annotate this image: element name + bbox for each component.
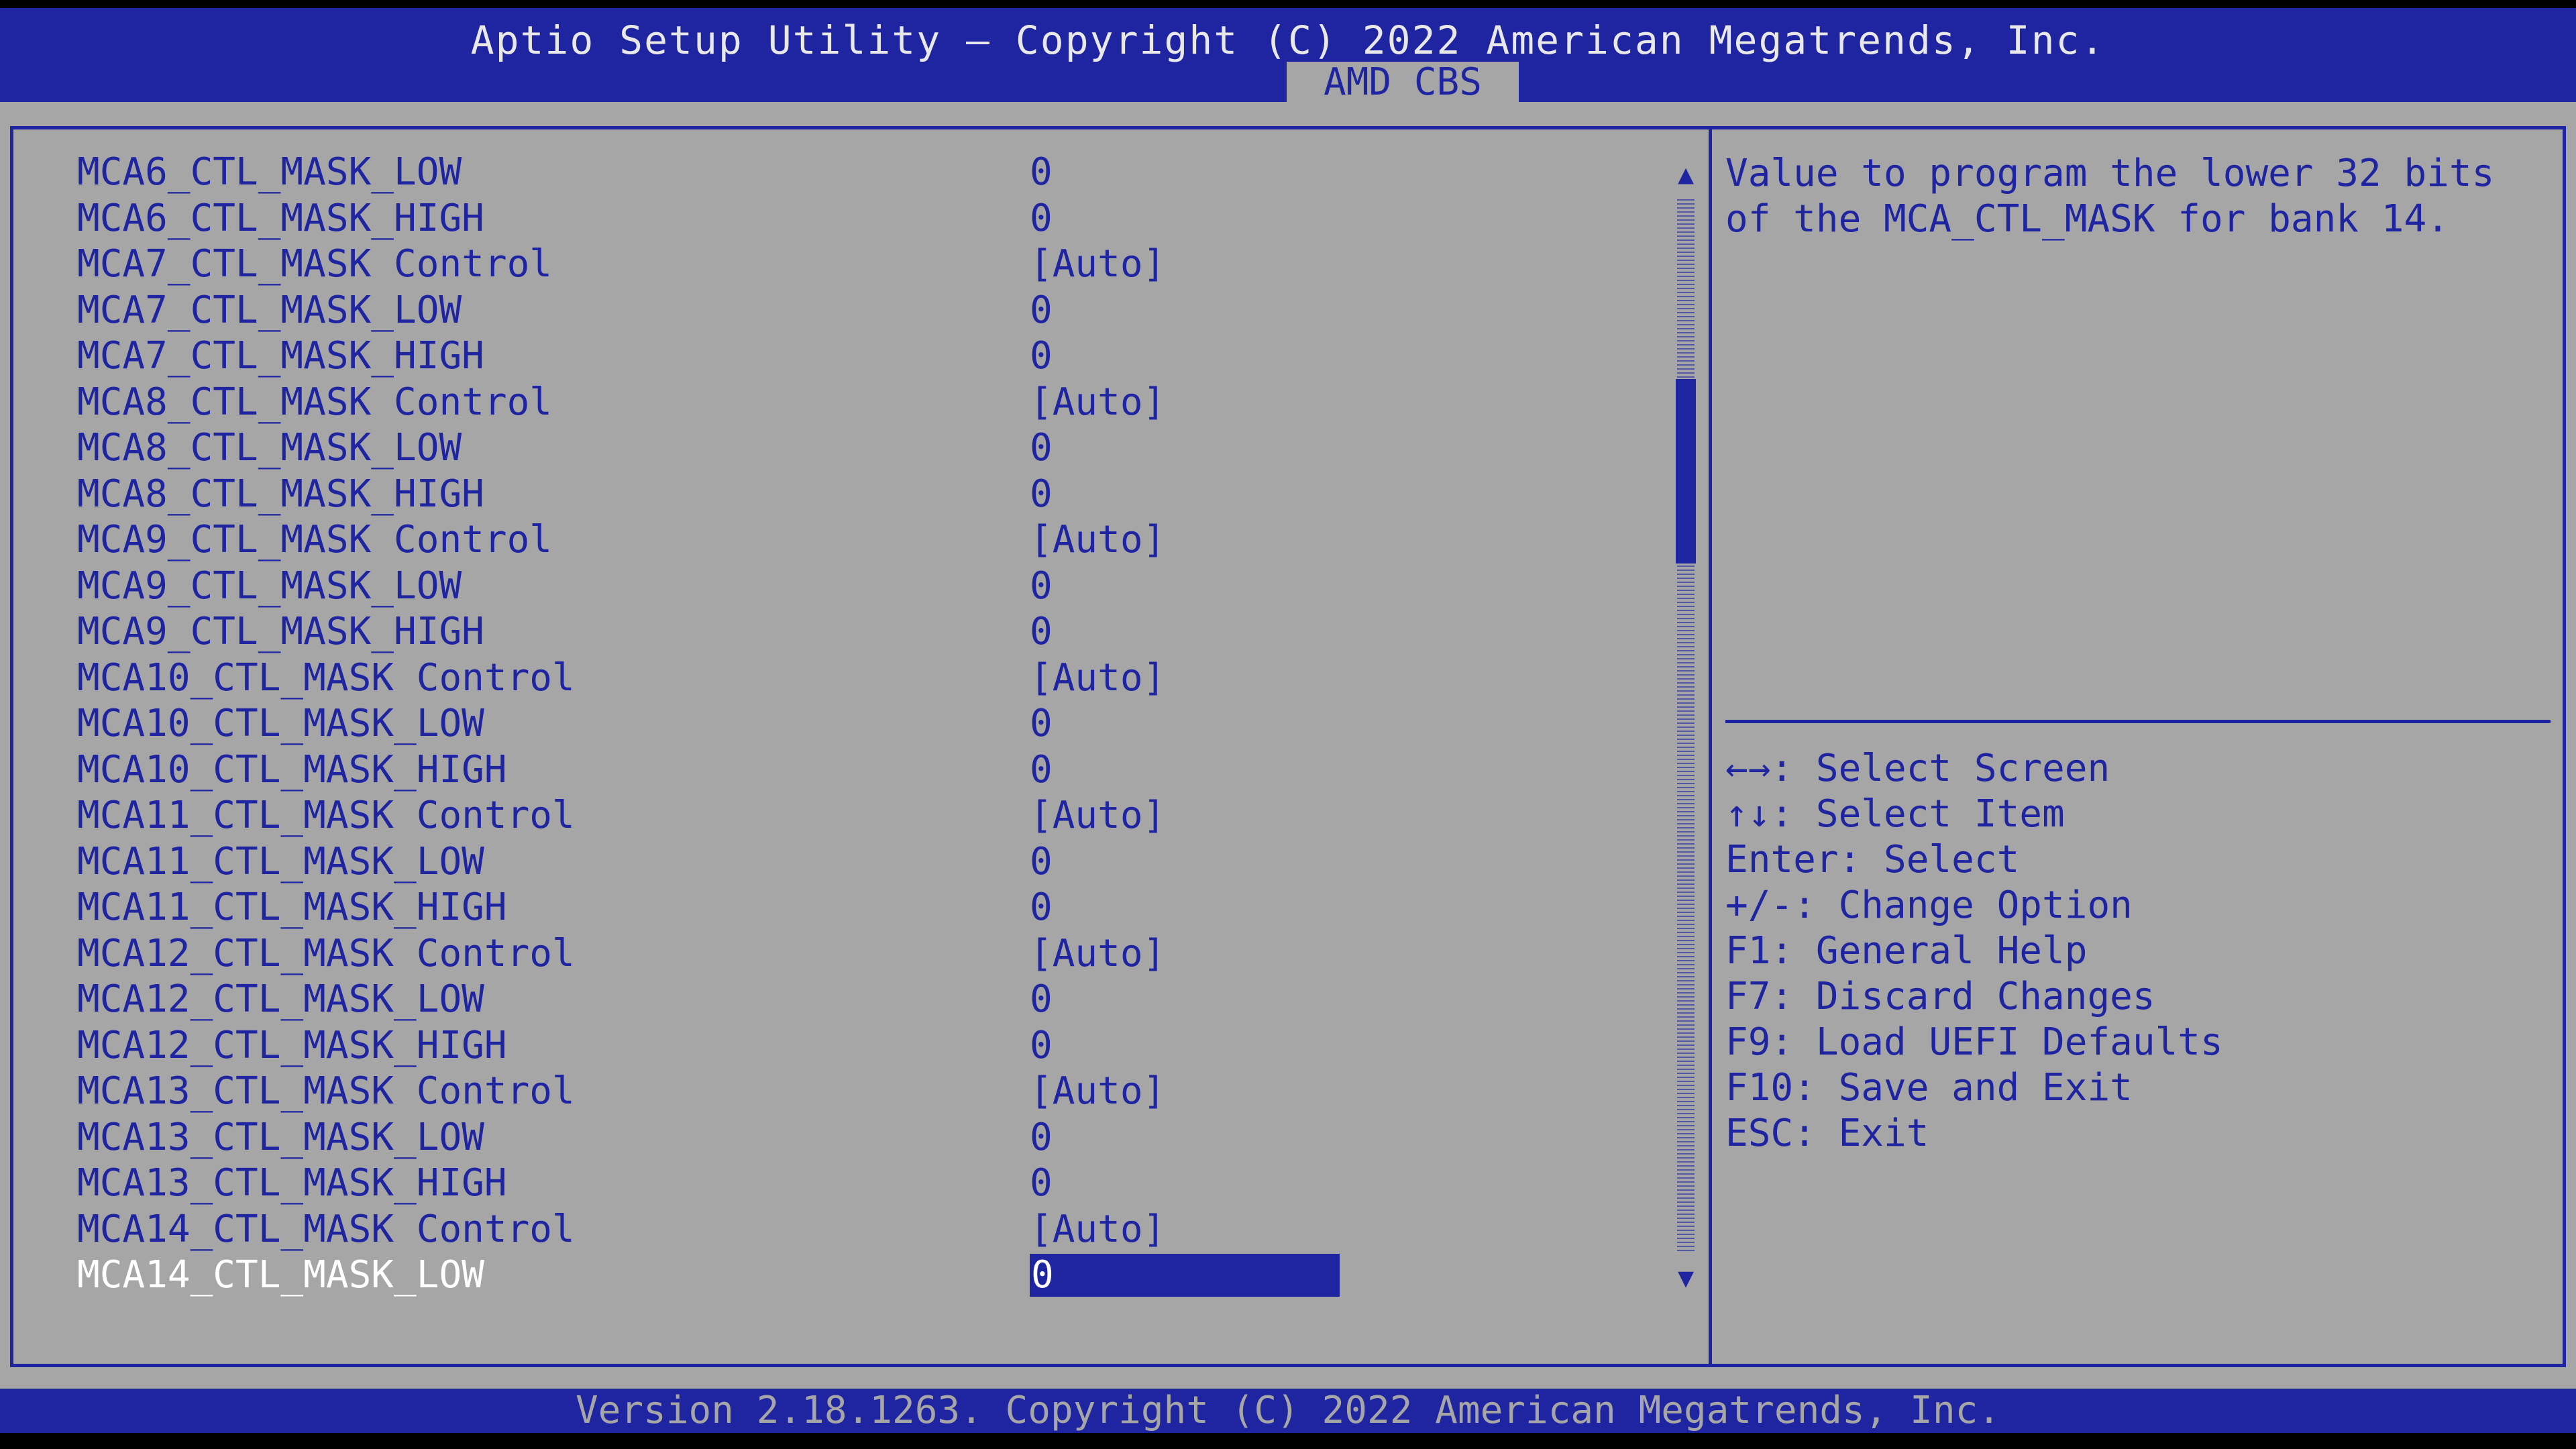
setting-label: MCA9_CTL_MASK_HIGH xyxy=(77,610,484,653)
setting-label: MCA9_CTL_MASK Control xyxy=(77,518,553,561)
setting-row[interactable]: MCA8_CTL_MASK_HIGH 0 xyxy=(77,472,1620,516)
setting-row[interactable]: MCA13_CTL_MASK_HIGH 0 xyxy=(77,1162,1620,1205)
setting-row[interactable]: MCA7_CTL_MASK Control [Auto] xyxy=(77,243,1620,286)
setting-row[interactable]: MCA10_CTL_MASK_HIGH 0 xyxy=(77,747,1620,792)
setting-label: MCA14_CTL_MASK Control xyxy=(77,1207,575,1251)
setting-value[interactable]: 0 xyxy=(1030,610,1053,653)
key-help-line: ←→: Select Screen xyxy=(1725,747,2110,790)
setting-value[interactable]: [Auto] xyxy=(1030,656,1165,700)
setting-value[interactable]: [Auto] xyxy=(1030,794,1165,837)
setting-value[interactable]: [Auto] xyxy=(1030,519,1165,561)
setting-label: MCA13_CTL_MASK_HIGH xyxy=(77,1161,507,1205)
setting-value[interactable]: [Auto] xyxy=(1030,1070,1165,1113)
setting-value[interactable]: 0 xyxy=(1030,197,1053,240)
tab-amd-cbs[interactable]: AMD CBS xyxy=(1287,62,1519,103)
setting-value[interactable]: 0 xyxy=(1030,748,1053,792)
setting-value[interactable]: 0 xyxy=(1030,886,1053,929)
setting-value[interactable]: 0 xyxy=(1030,1116,1053,1159)
setting-row[interactable]: MCA6_CTL_MASK_LOW 0 xyxy=(77,151,1620,194)
setting-value[interactable]: 0 xyxy=(1030,840,1053,883)
setting-value[interactable]: 0 xyxy=(1030,1024,1053,1067)
setting-row[interactable]: MCA9_CTL_MASK Control [Auto] xyxy=(77,519,1620,561)
setting-value[interactable]: 0 xyxy=(1030,1162,1053,1205)
setting-row[interactable]: MCA14_CTL_MASK Control [Auto] xyxy=(77,1208,1620,1251)
setting-value[interactable]: [Auto] xyxy=(1030,1208,1165,1251)
setting-label: MCA13_CTL_MASK Control xyxy=(77,1069,575,1113)
setting-row[interactable]: MCA13_CTL_MASK_LOW 0 xyxy=(77,1116,1620,1159)
scroll-up-arrow-icon[interactable]: ▲ xyxy=(1672,161,1700,188)
scrollbar-thumb[interactable] xyxy=(1676,379,1696,564)
setting-row[interactable]: MCA14_CTL_MASK_LOW 0 xyxy=(77,1254,1620,1297)
setting-row[interactable]: MCA12_CTL_MASK_HIGH 0 xyxy=(77,1024,1620,1067)
setting-row[interactable]: MCA9_CTL_MASK_HIGH 0 xyxy=(77,610,1620,653)
setting-label: MCA7_CTL_MASK_HIGH xyxy=(77,334,484,378)
setting-label: MCA11_CTL_MASK Control xyxy=(77,794,575,837)
setting-label: MCA8_CTL_MASK_HIGH xyxy=(77,472,484,516)
setting-row[interactable]: MCA12_CTL_MASK_LOW 0 xyxy=(77,978,1620,1021)
setting-row[interactable]: MCA10_CTL_MASK_LOW 0 xyxy=(77,702,1620,745)
setting-value[interactable]: [Auto] xyxy=(1030,380,1165,424)
setting-label: MCA12_CTL_MASK_LOW xyxy=(77,977,484,1021)
key-help-line: F1: General Help xyxy=(1725,929,2088,973)
setting-value[interactable]: 0 xyxy=(1030,702,1053,745)
setting-label: MCA7_CTL_MASK_LOW xyxy=(77,288,462,332)
setting-row[interactable]: MCA9_CTL_MASK_LOW 0 xyxy=(77,564,1620,608)
key-help-line: ESC: Exit xyxy=(1725,1112,1929,1155)
setting-label: MCA7_CTL_MASK Control xyxy=(77,242,553,286)
setting-value[interactable]: [Auto] xyxy=(1030,932,1165,975)
setting-label: MCA8_CTL_MASK Control xyxy=(77,380,553,424)
key-help-line: ↑↓: Select Item xyxy=(1725,792,2065,836)
setting-label: MCA9_CTL_MASK_LOW xyxy=(77,564,462,608)
key-help-list: ←→: Select Screen ↑↓: Select Item Enter: S… xyxy=(1725,746,2223,1157)
setting-label: MCA10_CTL_MASK_HIGH xyxy=(77,747,507,792)
setting-label: MCA6_CTL_MASK_HIGH xyxy=(77,196,484,240)
setting-row[interactable]: MCA6_CTL_MASK_HIGH 0 xyxy=(77,197,1620,240)
version-footer: Version 2.18.1263. Copyright (C) 2022 Am… xyxy=(0,1389,2576,1433)
setting-value[interactable]: 0 xyxy=(1030,564,1053,608)
key-help-line: Enter: Select xyxy=(1725,838,2020,881)
scrollbar-track[interactable] xyxy=(1677,198,1695,1251)
setting-value[interactable]: 0 xyxy=(1030,288,1053,332)
setting-label: MCA12_CTL_MASK Control xyxy=(77,931,575,975)
setting-value[interactable]: 0 xyxy=(1030,151,1053,194)
setting-row[interactable]: MCA8_CTL_MASK_LOW 0 xyxy=(77,427,1620,470)
setting-value[interactable]: 0 xyxy=(1030,427,1053,470)
setting-row[interactable]: MCA11_CTL_MASK_LOW 0 xyxy=(77,839,1620,883)
setting-row[interactable]: MCA12_CTL_MASK Control [Auto] xyxy=(77,932,1620,975)
setting-label: MCA10_CTL_MASK Control xyxy=(77,655,575,700)
help-divider xyxy=(1725,720,2551,723)
setting-label: MCA11_CTL_MASK_LOW xyxy=(77,839,484,883)
setting-row[interactable]: MCA7_CTL_MASK_HIGH 0 xyxy=(77,335,1620,378)
setting-label: MCA13_CTL_MASK_LOW xyxy=(77,1115,484,1159)
setting-label: MCA6_CTL_MASK_LOW xyxy=(77,150,462,194)
setting-row[interactable]: MCA11_CTL_MASK Control [Auto] xyxy=(77,794,1620,837)
setting-label: MCA11_CTL_MASK_HIGH xyxy=(77,885,507,929)
title-bar: Aptio Setup Utility – Copyright (C) 2022… xyxy=(0,8,2576,103)
setting-label: MCA12_CTL_MASK_HIGH xyxy=(77,1023,507,1067)
setting-row[interactable]: MCA8_CTL_MASK Control [Auto] xyxy=(77,380,1620,424)
setting-value[interactable]: [Auto] xyxy=(1030,243,1165,286)
key-help-line: +/-: Change Option xyxy=(1725,883,2133,927)
settings-scrollbar[interactable]: ▲ ▼ xyxy=(1672,161,1700,1291)
key-help-line: F7: Discard Changes xyxy=(1725,975,2155,1018)
setting-value[interactable]: 0 xyxy=(1030,978,1053,1021)
item-help-text: Value to program the lower 32 bits of th… xyxy=(1725,152,2518,241)
setting-value[interactable]: 0 xyxy=(1030,472,1053,516)
setting-label: MCA10_CTL_MASK_LOW xyxy=(77,702,484,745)
app-title: Aptio Setup Utility – Copyright (C) 2022… xyxy=(470,17,2106,63)
scroll-down-arrow-icon[interactable]: ▼ xyxy=(1672,1265,1700,1291)
setting-row[interactable]: MCA13_CTL_MASK Control [Auto] xyxy=(77,1070,1620,1113)
setting-row[interactable]: MCA10_CTL_MASK Control [Auto] xyxy=(77,655,1620,700)
key-help-line: F9: Load UEFI Defaults xyxy=(1725,1020,2223,1064)
setting-value[interactable]: 0 xyxy=(1030,1254,1340,1297)
key-help-line: F10: Save and Exit xyxy=(1725,1066,2133,1110)
setting-value[interactable]: 0 xyxy=(1030,335,1053,378)
setting-row[interactable]: MCA7_CTL_MASK_LOW 0 xyxy=(77,288,1620,332)
setting-row[interactable]: MCA11_CTL_MASK_HIGH 0 xyxy=(77,886,1620,929)
setting-label: MCA8_CTL_MASK_LOW xyxy=(77,426,462,470)
setting-label: MCA14_CTL_MASK_LOW xyxy=(77,1253,484,1297)
